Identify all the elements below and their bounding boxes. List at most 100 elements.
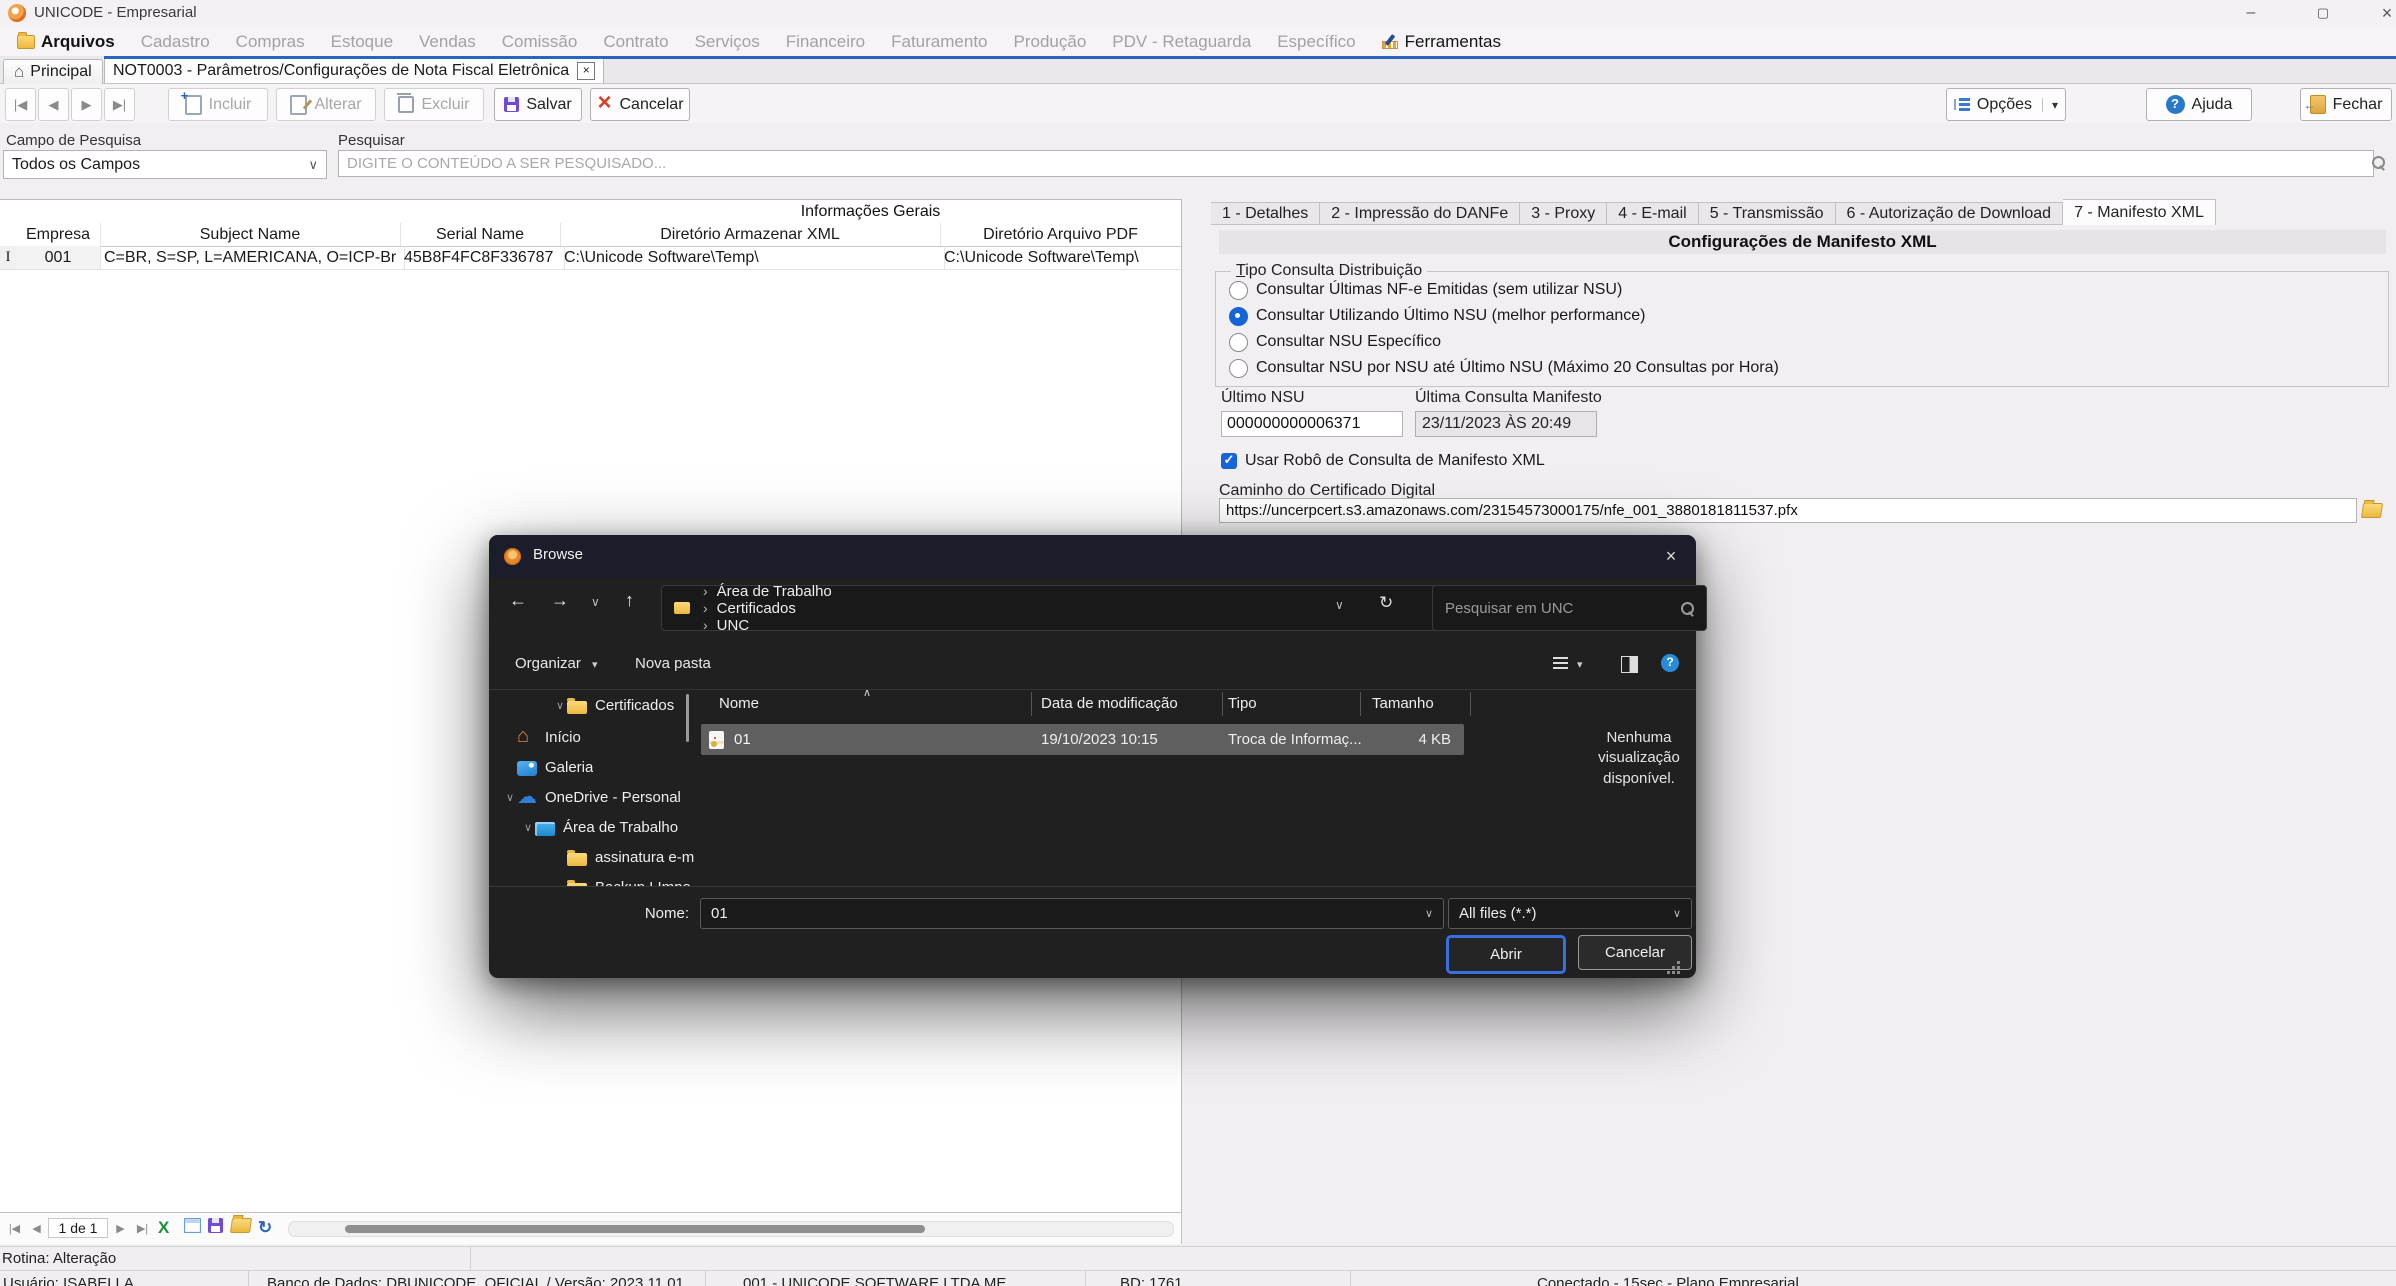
file-row-selected[interactable]: 01 19/10/2023 10:15 Troca de Informaç...…	[701, 724, 1464, 755]
column-nome[interactable]: Nome	[719, 695, 759, 712]
back-arrow-icon[interactable]	[509, 590, 527, 611]
view-dropdown-icon[interactable]	[1577, 658, 1583, 671]
menu-item[interactable]: Comissão	[489, 27, 591, 56]
panel-tab[interactable]: 3 - Proxy	[1520, 202, 1608, 225]
radio-option[interactable]: Consultar NSU Específico	[1229, 331, 1441, 353]
horizontal-scrollbar[interactable]	[288, 1221, 1174, 1237]
column-header-dir-xml[interactable]: Diretório Armazenar XML	[560, 223, 941, 246]
pager-first-button[interactable]	[4, 1218, 25, 1238]
tab-principal[interactable]: Principal	[3, 59, 103, 84]
radio-option[interactable]: Consultar Utilizando Último NSU (melhor …	[1229, 305, 1645, 327]
sidebar-item[interactable]: assinatura e-m	[489, 842, 759, 872]
breadcrumb-item[interactable]: Certificados	[694, 600, 832, 617]
forward-arrow-icon[interactable]	[551, 590, 569, 611]
list-view-icon[interactable]	[1553, 657, 1568, 671]
nsu-input[interactable]	[1221, 411, 1403, 437]
sidebar-item[interactable]: Galeria	[489, 752, 709, 782]
panel-tab[interactable]: 1 - Detalhes	[1211, 202, 1321, 225]
menu-item[interactable]: Serviços	[682, 27, 773, 56]
search-input[interactable]	[338, 150, 2374, 177]
menu-item[interactable]: Financeiro	[773, 27, 878, 56]
browse-cert-button[interactable]	[2357, 498, 2387, 523]
tab-document[interactable]: NOT0003 - Parâmetros/Configurações de No…	[104, 59, 605, 83]
column-header-dir-pdf[interactable]: Diretório Arquivo PDF	[940, 223, 1181, 246]
column-tamanho[interactable]: Tamanho	[1372, 695, 1434, 712]
menu-item[interactable]: Estoque	[318, 27, 406, 56]
close-tab-icon[interactable]	[577, 62, 596, 80]
search-field-select[interactable]: Todos os Campos	[3, 150, 327, 179]
sidebar-item[interactable]: Backup LImpo	[489, 872, 759, 887]
resize-grip[interactable]	[1677, 961, 1680, 964]
breadcrumb-item[interactable]: Área de Trabalho	[694, 583, 832, 600]
dialog-search-input[interactable]: Pesquisar em UNC	[1432, 585, 1707, 631]
column-data-modificacao[interactable]: Data de modificação	[1041, 695, 1178, 712]
menu-item[interactable]: Compras	[223, 27, 318, 56]
chevron-down-icon[interactable]	[553, 699, 567, 712]
maximize-button[interactable]	[2308, 1, 2338, 25]
sort-ascending-icon[interactable]	[863, 690, 871, 699]
menu-item[interactable]: Faturamento	[878, 27, 1000, 56]
ajuda-button[interactable]: Ajuda	[2146, 88, 2252, 121]
sidebar-scrollbar[interactable]	[686, 694, 689, 742]
column-separator[interactable]	[1470, 692, 1471, 716]
chevron-down-icon[interactable]	[503, 791, 517, 804]
panel-tab[interactable]: 7 - Manifesto XML	[2063, 199, 2216, 225]
open-layout-icon[interactable]	[229, 1218, 253, 1238]
menu-item[interactable]: Produção	[1001, 27, 1100, 56]
up-arrow-icon[interactable]	[625, 590, 634, 611]
recent-chevron-icon[interactable]	[591, 595, 600, 609]
pager-previous-button[interactable]	[26, 1218, 47, 1238]
record-next-button[interactable]	[71, 88, 102, 121]
cert-path-input[interactable]	[1219, 498, 2357, 523]
sidebar-item[interactable]: Início	[489, 722, 709, 752]
sidebar-item[interactable]: Área de Trabalho	[489, 812, 727, 842]
column-header-subject[interactable]: Subject Name	[100, 223, 401, 246]
column-separator[interactable]	[1031, 692, 1032, 716]
pager-last-button[interactable]	[132, 1218, 153, 1238]
salvar-button[interactable]: Salvar	[494, 88, 582, 121]
panel-tab[interactable]: 6 - Autorização de Download	[1835, 202, 2064, 225]
opcoes-button[interactable]: Opções	[1946, 88, 2066, 121]
column-header-serial[interactable]: Serial Name	[400, 223, 561, 246]
alterar-button[interactable]: Alterar	[276, 88, 376, 121]
refresh-icon[interactable]	[258, 1218, 272, 1238]
organizar-button[interactable]: Organizar	[515, 655, 598, 672]
abrir-button[interactable]: Abrir	[1446, 935, 1566, 974]
panel-tab[interactable]: 5 - Transmissão	[1698, 202, 1836, 225]
robot-checkbox[interactable]: Usar Robô de Consulta de Manifesto XML	[1221, 452, 1545, 470]
preview-pane-icon[interactable]	[1621, 656, 1638, 673]
breadcrumb-item[interactable]: UNC	[694, 617, 832, 634]
incluir-button[interactable]: Incluir	[168, 88, 268, 121]
table-row[interactable]: I 001 C=BR, S=SP, L=AMERICANA, O=ICP-Br …	[0, 246, 1181, 270]
breadcrumb[interactable]: Área de Trabalho Certificados UNC	[661, 583, 1452, 634]
refresh-icon[interactable]	[1379, 593, 1393, 613]
dialog-cancel-button[interactable]: Cancelar	[1578, 935, 1692, 970]
record-first-button[interactable]	[5, 88, 36, 121]
panel-tab[interactable]: 4 - E-mail	[1607, 202, 1699, 225]
search-icon[interactable]	[2372, 156, 2385, 169]
record-previous-button[interactable]	[38, 88, 69, 121]
minimize-button[interactable]	[2236, 1, 2266, 25]
file-type-select[interactable]: All files (*.*)	[1448, 898, 1692, 929]
scrollbar-thumb[interactable]	[345, 1225, 925, 1233]
nova-pasta-button[interactable]: Nova pasta	[635, 655, 711, 672]
close-button[interactable]	[2372, 1, 2396, 25]
help-icon[interactable]	[1661, 654, 1679, 672]
address-dropdown-icon[interactable]	[1335, 598, 1344, 612]
pager-next-button[interactable]	[110, 1218, 131, 1238]
dialog-close-icon[interactable]	[1657, 543, 1685, 569]
cancelar-button[interactable]: Cancelar	[590, 88, 690, 121]
save-layout-icon[interactable]	[208, 1218, 223, 1238]
column-separator[interactable]	[1360, 692, 1361, 716]
export-excel-icon[interactable]	[158, 1218, 169, 1238]
column-separator[interactable]	[1222, 692, 1223, 716]
menu-item[interactable]: Arquivos	[4, 27, 128, 56]
chevron-down-icon[interactable]	[2042, 97, 2058, 112]
menu-item[interactable]: Ferramentas	[1369, 27, 1514, 56]
record-last-button[interactable]	[104, 88, 135, 121]
radio-option[interactable]: Consultar NSU por NSU até Último NSU (Má…	[1229, 357, 1779, 379]
menu-item[interactable]: Específico	[1264, 27, 1368, 56]
column-header-empresa[interactable]: Empresa	[16, 223, 101, 246]
sidebar-item[interactable]: OneDrive - Personal	[489, 782, 709, 812]
fechar-button[interactable]: Fechar	[2300, 88, 2392, 121]
